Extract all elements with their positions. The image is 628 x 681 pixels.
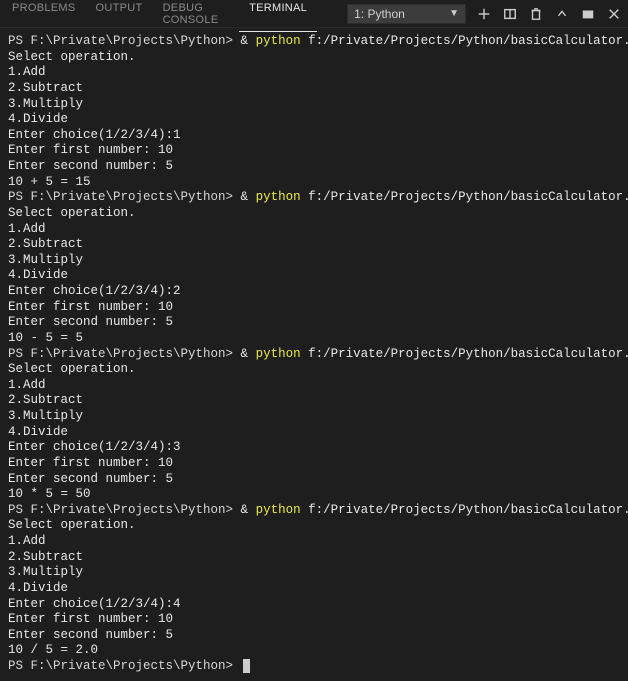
cursor-icon: [243, 659, 250, 673]
terminal-line: 4.Divide: [8, 425, 620, 441]
terminal-line: 10 - 5 = 5: [8, 331, 620, 347]
terminal-line: Enter choice(1/2/3/4):3: [8, 440, 620, 456]
terminal-line: 10 + 5 = 15: [8, 175, 620, 191]
kill-terminal-icon[interactable]: [528, 6, 544, 22]
terminal-output[interactable]: PS F:\Private\Projects\Python> & python …: [0, 28, 628, 681]
terminal-line: Enter choice(1/2/3/4):4: [8, 597, 620, 613]
terminal-line: 2.Subtract: [8, 237, 620, 253]
terminal-line: Select operation.: [8, 50, 620, 66]
terminal-line: Select operation.: [8, 362, 620, 378]
terminal-line: Enter choice(1/2/3/4):2: [8, 284, 620, 300]
terminal-line: 4.Divide: [8, 581, 620, 597]
terminal-line: PS F:\Private\Projects\Python> & python …: [8, 347, 620, 363]
terminal-line: 2.Subtract: [8, 393, 620, 409]
terminal-line: 4.Divide: [8, 112, 620, 128]
maximize-panel-icon[interactable]: [580, 6, 596, 22]
terminal-line: 1.Add: [8, 65, 620, 81]
close-panel-icon[interactable]: [606, 6, 622, 22]
tab-terminal[interactable]: TERMINAL: [239, 0, 317, 32]
terminal-line: 3.Multiply: [8, 253, 620, 269]
terminal-line: 4.Divide: [8, 268, 620, 284]
terminal-line: 10 / 5 = 2.0: [8, 643, 620, 659]
split-terminal-icon[interactable]: [502, 6, 518, 22]
terminal-selector[interactable]: 1: Python ▼: [347, 4, 466, 24]
chevron-down-icon: ▼: [449, 8, 459, 19]
tab-debug-console[interactable]: DEBUG CONSOLE: [153, 0, 240, 32]
terminal-line: PS F:\Private\Projects\Python> & python …: [8, 34, 620, 50]
terminal-line: 2.Subtract: [8, 550, 620, 566]
terminal-line: Enter second number: 5: [8, 472, 620, 488]
terminal-line: 1.Add: [8, 378, 620, 394]
terminal-prompt[interactable]: PS F:\Private\Projects\Python>: [8, 659, 620, 675]
terminal-line: Enter second number: 5: [8, 315, 620, 331]
panel-tabs: PROBLEMS OUTPUT DEBUG CONSOLE TERMINAL: [2, 0, 317, 32]
terminal-toolbar: [476, 6, 622, 22]
terminal-line: Enter first number: 10: [8, 456, 620, 472]
terminal-line: Enter choice(1/2/3/4):1: [8, 128, 620, 144]
terminal-line: 3.Multiply: [8, 97, 620, 113]
tab-problems[interactable]: PROBLEMS: [2, 0, 86, 32]
panel-topbar: PROBLEMS OUTPUT DEBUG CONSOLE TERMINAL 1…: [0, 0, 628, 28]
terminal-line: Enter first number: 10: [8, 143, 620, 159]
chevron-up-icon[interactable]: [554, 6, 570, 22]
terminal-line: Select operation.: [8, 518, 620, 534]
terminal-line: PS F:\Private\Projects\Python> & python …: [8, 190, 620, 206]
terminal-line: Enter second number: 5: [8, 159, 620, 175]
terminal-line: Enter first number: 10: [8, 300, 620, 316]
terminal-line: 10 * 5 = 50: [8, 487, 620, 503]
terminal-selector-label: 1: Python: [354, 7, 405, 21]
terminal-line: Enter second number: 5: [8, 628, 620, 644]
terminal-line: PS F:\Private\Projects\Python> & python …: [8, 503, 620, 519]
new-terminal-icon[interactable]: [476, 6, 492, 22]
terminal-line: 1.Add: [8, 534, 620, 550]
terminal-line: 3.Multiply: [8, 565, 620, 581]
terminal-line: Enter first number: 10: [8, 612, 620, 628]
terminal-line: 3.Multiply: [8, 409, 620, 425]
tab-output[interactable]: OUTPUT: [86, 0, 153, 32]
terminal-line: 2.Subtract: [8, 81, 620, 97]
terminal-line: Select operation.: [8, 206, 620, 222]
terminal-line: 1.Add: [8, 222, 620, 238]
